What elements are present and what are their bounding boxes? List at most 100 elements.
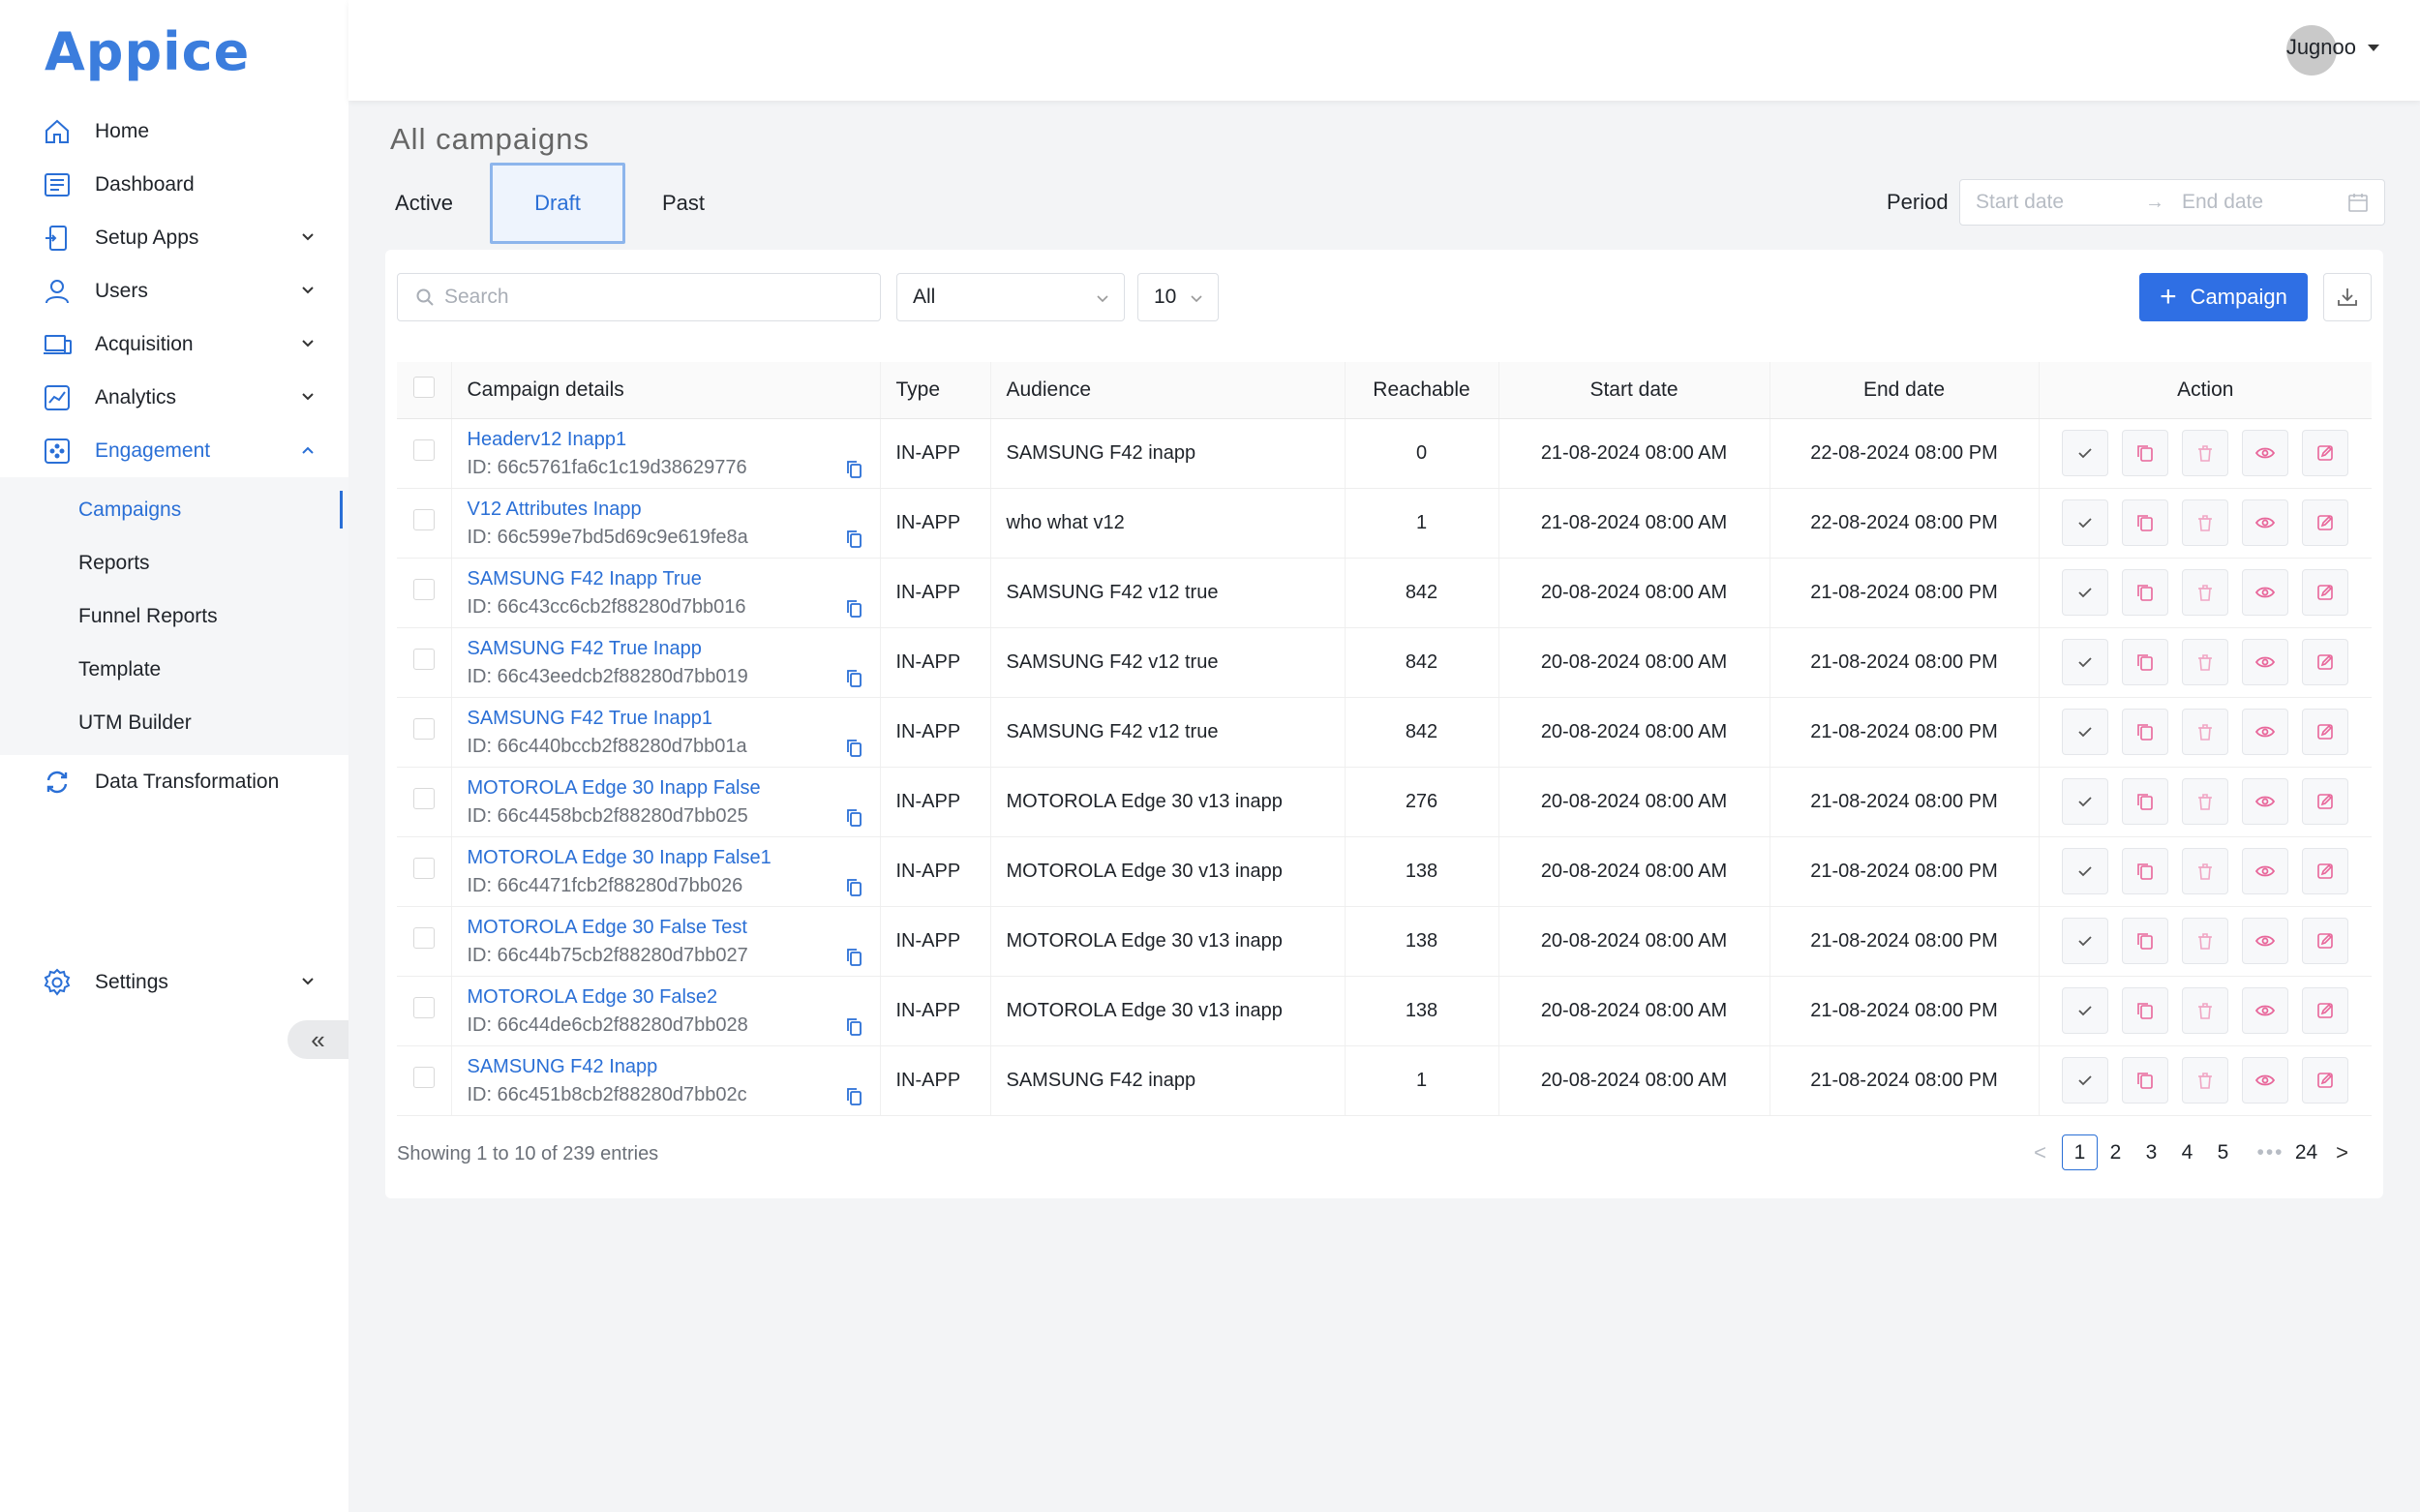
approve-button[interactable] xyxy=(2062,639,2109,685)
edit-button[interactable] xyxy=(2302,778,2349,825)
approve-button[interactable] xyxy=(2062,499,2109,546)
sidebar-item-analytics[interactable]: Analytics xyxy=(0,371,348,424)
edit-button[interactable] xyxy=(2302,709,2349,755)
row-checkbox[interactable] xyxy=(412,439,435,461)
approve-button[interactable] xyxy=(2062,848,2109,894)
view-button[interactable] xyxy=(2242,848,2289,894)
delete-button[interactable] xyxy=(2182,569,2229,616)
campaign-name-link[interactable]: MOTOROLA Edge 30 False2 xyxy=(468,986,880,1009)
view-button[interactable] xyxy=(2242,639,2289,685)
end-date-input[interactable]: End date xyxy=(2182,191,2346,214)
campaign-name-link[interactable]: SAMSUNG F42 True Inapp xyxy=(468,638,880,660)
campaign-name-link[interactable]: MOTOROLA Edge 30 Inapp False xyxy=(468,777,880,800)
add-campaign-button[interactable]: + Campaign xyxy=(2139,273,2308,321)
approve-button[interactable] xyxy=(2062,430,2109,476)
row-checkbox[interactable] xyxy=(412,997,435,1018)
view-button[interactable] xyxy=(2242,1057,2289,1104)
caret-down-icon[interactable] xyxy=(2368,45,2379,51)
approve-button[interactable] xyxy=(2062,778,2109,825)
sidebar-item-users[interactable]: Users xyxy=(0,264,348,318)
view-button[interactable] xyxy=(2242,709,2289,755)
sidebar-item-engagement[interactable]: Engagement xyxy=(0,424,348,477)
edit-button[interactable] xyxy=(2302,987,2349,1034)
copy-id-icon[interactable] xyxy=(845,459,864,480)
copy-id-icon[interactable] xyxy=(845,1016,864,1038)
row-checkbox[interactable] xyxy=(412,1067,435,1088)
campaign-name-link[interactable]: Headerv12 Inapp1 xyxy=(468,429,880,451)
duplicate-button[interactable] xyxy=(2122,918,2169,964)
row-checkbox[interactable] xyxy=(412,579,435,600)
row-checkbox[interactable] xyxy=(412,718,435,740)
edit-button[interactable] xyxy=(2302,1057,2349,1104)
next-page-button[interactable]: > xyxy=(2324,1134,2360,1170)
approve-button[interactable] xyxy=(2062,709,2109,755)
date-range-picker[interactable]: Start date → End date xyxy=(1959,179,2385,226)
sidebar-item-home[interactable]: Home xyxy=(0,105,348,158)
duplicate-button[interactable] xyxy=(2122,987,2169,1034)
campaign-name-link[interactable]: V12 Attributes Inapp xyxy=(468,499,880,521)
duplicate-button[interactable] xyxy=(2122,709,2169,755)
page-button[interactable]: 2 xyxy=(2098,1134,2133,1170)
duplicate-button[interactable] xyxy=(2122,569,2169,616)
page-size-select[interactable]: 10 xyxy=(1137,273,1219,321)
page-button[interactable]: 3 xyxy=(2133,1134,2169,1170)
delete-button[interactable] xyxy=(2182,499,2229,546)
prev-page-button[interactable]: < xyxy=(2022,1134,2058,1170)
campaign-name-link[interactable]: SAMSUNG F42 Inapp xyxy=(468,1056,880,1078)
copy-id-icon[interactable] xyxy=(845,738,864,759)
calendar-icon[interactable] xyxy=(2347,192,2369,213)
sidebar-item-data-transformation[interactable]: Data Transformation xyxy=(0,755,348,808)
view-button[interactable] xyxy=(2242,499,2289,546)
row-checkbox[interactable] xyxy=(412,858,435,879)
view-button[interactable] xyxy=(2242,569,2289,616)
delete-button[interactable] xyxy=(2182,1057,2229,1104)
duplicate-button[interactable] xyxy=(2122,499,2169,546)
campaign-name-link[interactable]: SAMSUNG F42 Inapp True xyxy=(468,568,880,590)
delete-button[interactable] xyxy=(2182,987,2229,1034)
delete-button[interactable] xyxy=(2182,639,2229,685)
view-button[interactable] xyxy=(2242,430,2289,476)
delete-button[interactable] xyxy=(2182,430,2229,476)
copy-id-icon[interactable] xyxy=(845,877,864,898)
page-button[interactable]: 24 xyxy=(2288,1134,2324,1170)
approve-button[interactable] xyxy=(2062,987,2109,1034)
tab-past[interactable]: Past xyxy=(635,163,732,244)
tab-active[interactable]: Active xyxy=(385,163,463,244)
collapse-sidebar-button[interactable]: « xyxy=(287,1020,348,1059)
duplicate-button[interactable] xyxy=(2122,778,2169,825)
tab-draft[interactable]: Draft xyxy=(490,163,625,244)
copy-id-icon[interactable] xyxy=(845,807,864,829)
search-input[interactable] xyxy=(444,286,870,309)
view-button[interactable] xyxy=(2242,918,2289,964)
sidebar-subitem-campaigns[interactable]: Campaigns xyxy=(0,483,348,536)
approve-button[interactable] xyxy=(2062,569,2109,616)
sidebar-item-settings[interactable]: Settings xyxy=(0,955,348,1009)
select-all-checkbox[interactable] xyxy=(412,376,435,398)
edit-button[interactable] xyxy=(2302,430,2349,476)
duplicate-button[interactable] xyxy=(2122,430,2169,476)
start-date-input[interactable]: Start date xyxy=(1976,191,2145,214)
page-button[interactable]: 5 xyxy=(2205,1134,2241,1170)
delete-button[interactable] xyxy=(2182,918,2229,964)
copy-id-icon[interactable] xyxy=(845,668,864,689)
copy-id-icon[interactable] xyxy=(845,947,864,968)
campaign-name-link[interactable]: MOTOROLA Edge 30 Inapp False1 xyxy=(468,847,880,869)
edit-button[interactable] xyxy=(2302,918,2349,964)
duplicate-button[interactable] xyxy=(2122,848,2169,894)
copy-id-icon[interactable] xyxy=(845,529,864,550)
view-button[interactable] xyxy=(2242,778,2289,825)
copy-id-icon[interactable] xyxy=(845,598,864,620)
edit-button[interactable] xyxy=(2302,499,2349,546)
approve-button[interactable] xyxy=(2062,918,2109,964)
edit-button[interactable] xyxy=(2302,848,2349,894)
campaign-name-link[interactable]: SAMSUNG F42 True Inapp1 xyxy=(468,708,880,730)
row-checkbox[interactable] xyxy=(412,788,435,809)
copy-id-icon[interactable] xyxy=(845,1086,864,1107)
user-menu[interactable]: Jugnoo xyxy=(2286,35,2356,60)
sidebar-subitem-reports[interactable]: Reports xyxy=(0,536,348,590)
duplicate-button[interactable] xyxy=(2122,639,2169,685)
duplicate-button[interactable] xyxy=(2122,1057,2169,1104)
delete-button[interactable] xyxy=(2182,778,2229,825)
search-box[interactable] xyxy=(397,273,881,321)
sidebar-subitem-funnel-reports[interactable]: Funnel Reports xyxy=(0,590,348,643)
